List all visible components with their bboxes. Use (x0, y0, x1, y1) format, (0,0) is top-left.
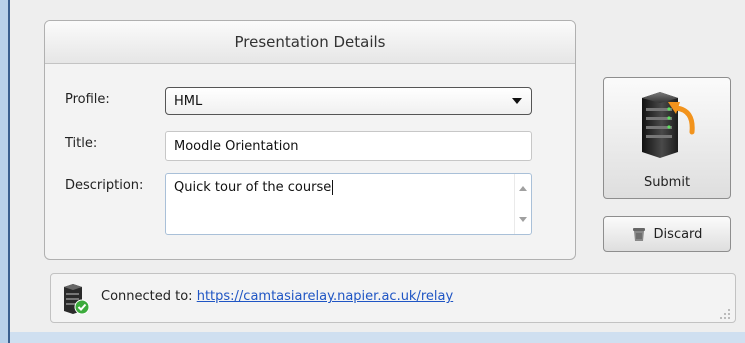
trash-icon (632, 228, 645, 241)
server-upload-icon (642, 92, 695, 158)
discard-button-label: Discard (653, 226, 703, 242)
title-input[interactable]: Moodle Orientation (165, 131, 532, 161)
chevron-down-icon[interactable] (512, 98, 522, 104)
scroll-up-arrow-icon[interactable] (519, 186, 527, 191)
profile-label: Profile: (65, 92, 110, 107)
presentation-details-panel: Presentation Details Profile: HML Title:… (44, 20, 576, 260)
description-input-value: Quick tour of the course (174, 180, 332, 195)
window-bottom-edge (10, 332, 745, 343)
profile-selected-value: HML (174, 93, 203, 109)
text-caret (332, 180, 334, 195)
panel-title: Presentation Details (45, 21, 575, 64)
submit-button[interactable]: Submit (603, 77, 731, 199)
submit-button-label: Submit (643, 175, 691, 190)
description-label: Description: (65, 178, 144, 193)
profile-select[interactable]: HML (165, 87, 532, 115)
status-bar: Connected to: https://camtasiarelay.napi… (50, 273, 736, 323)
app-client-area: Presentation Details Profile: HML Title:… (10, 0, 745, 332)
server-connected-icon (64, 284, 90, 315)
window-frame (0, 0, 8, 343)
title-label: Title: (65, 136, 98, 151)
resize-grip-icon[interactable] (719, 308, 731, 320)
description-scrollbar[interactable] (514, 174, 531, 234)
scroll-down-arrow-icon[interactable] (519, 217, 527, 222)
status-text: Connected to: https://camtasiarelay.napi… (101, 289, 453, 304)
description-textarea[interactable]: Quick tour of the course (165, 173, 532, 235)
status-prefix: Connected to: (101, 289, 197, 304)
title-input-value: Moodle Orientation (174, 138, 299, 154)
discard-button[interactable]: Discard (603, 216, 731, 252)
relay-url-link[interactable]: https://camtasiarelay.napier.ac.uk/relay (197, 289, 453, 304)
